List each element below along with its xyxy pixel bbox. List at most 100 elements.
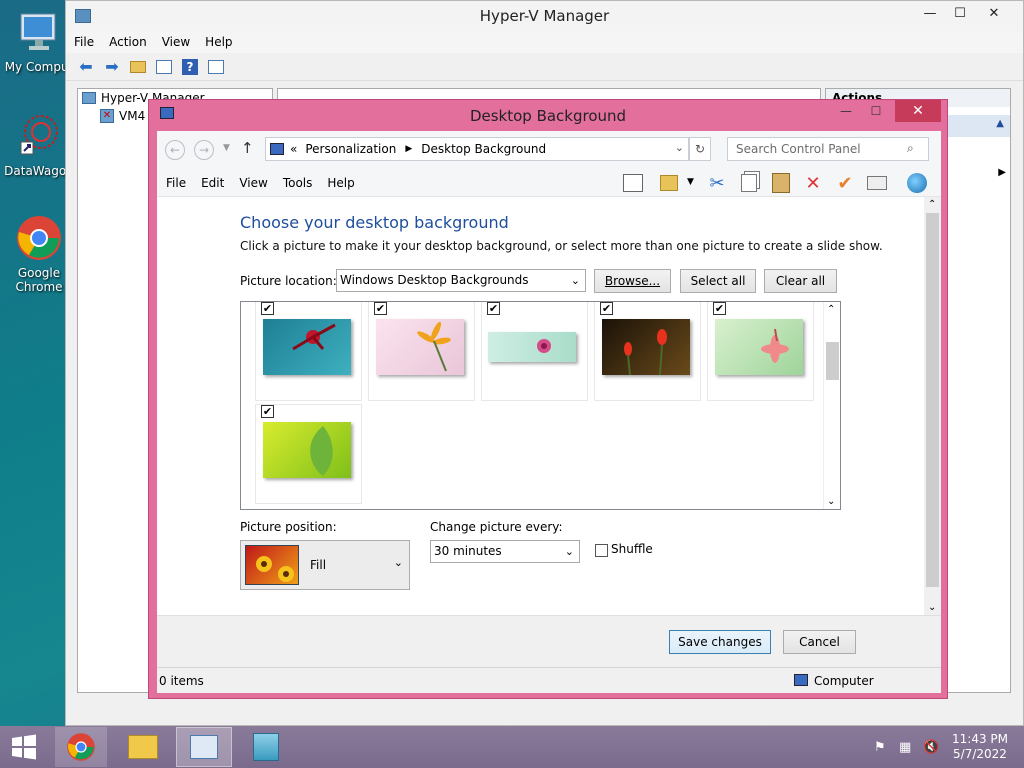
breadcrumb-overflow[interactable]: « <box>290 142 297 156</box>
help-button[interactable]: ? <box>180 57 200 77</box>
start-button[interactable] <box>0 727 48 767</box>
search-input[interactable]: Search Control Panel <box>727 137 929 161</box>
maximize-button[interactable]: ☐ <box>945 3 975 25</box>
menu-view[interactable]: View <box>162 35 190 49</box>
checkmark-icon[interactable]: ✔ <box>833 172 857 194</box>
picture-thumbnail[interactable]: ✔ <box>255 302 362 401</box>
picture-thumbnail[interactable]: ✔ <box>594 302 701 401</box>
menu-view[interactable]: View <box>239 176 267 190</box>
picture-checkbox[interactable]: ✔ <box>261 405 274 418</box>
tree-item-vm4[interactable]: ✕ VM4 <box>100 109 145 123</box>
scroll-thumb[interactable] <box>926 213 939 587</box>
shuffle-label[interactable]: Shuffle <box>611 542 653 556</box>
forward-button[interactable]: → <box>194 140 214 160</box>
picture-checkbox[interactable]: ✔ <box>487 302 500 315</box>
picture-checkbox[interactable]: ✔ <box>261 302 274 315</box>
back-button[interactable]: ← <box>165 140 185 160</box>
close-button[interactable]: ✕ <box>979 3 1009 25</box>
refresh-button[interactable]: ↻ <box>689 137 711 161</box>
panel-icon <box>156 59 172 74</box>
save-changes-button[interactable]: Save changes <box>669 630 771 654</box>
browse-button[interactable]: Browse... <box>594 269 671 293</box>
hyperv-toolbar: ⬅ ➡ ? <box>66 53 1023 81</box>
picture-thumbnail[interactable]: ✔ <box>707 302 814 401</box>
show-actions-button[interactable] <box>206 57 226 77</box>
status-zone: Computer <box>814 674 874 688</box>
picture-thumbnail[interactable]: ✔ <box>255 404 362 504</box>
minimize-button[interactable]: — <box>915 3 945 25</box>
dropdown-icon[interactable]: ▼ <box>687 177 694 187</box>
menu-help[interactable]: Help <box>327 176 354 190</box>
action-center-flag-icon[interactable]: ⚑ <box>874 740 886 755</box>
scroll-down-icon[interactable]: ⌄ <box>827 496 835 507</box>
network-icon[interactable]: ▦ <box>899 740 911 755</box>
navigation-bar: ← → ▼ ↑ « Personalization ▶ Desktop Back… <box>157 131 941 169</box>
cancel-button[interactable]: Cancel <box>783 630 856 654</box>
minimize-button[interactable]: — <box>833 100 859 122</box>
breadcrumb-desktop-background[interactable]: Desktop Background <box>421 142 546 156</box>
scroll-down-icon[interactable]: ⌄ <box>928 602 936 613</box>
copy-icon[interactable] <box>737 172 761 194</box>
breadcrumb-personalization[interactable]: Personalization <box>305 142 396 156</box>
up-button[interactable]: ↑ <box>241 139 254 157</box>
clock-date: 5/7/2022 <box>953 747 1007 761</box>
up-folder-button[interactable] <box>128 57 148 77</box>
window-title: Hyper-V Manager <box>479 7 610 25</box>
picture-position-select[interactable]: Fill ⌄ <box>240 540 410 590</box>
taskbar-hyperv-manager[interactable] <box>240 727 292 767</box>
paste-icon[interactable] <box>769 172 793 194</box>
picture-location-select[interactable]: Windows Desktop Backgrounds ⌄ <box>336 269 586 292</box>
show-tree-button[interactable] <box>154 57 174 77</box>
taskbar-chrome[interactable] <box>55 727 107 767</box>
clear-all-button[interactable]: Clear all <box>764 269 837 293</box>
folder-icon <box>130 60 146 73</box>
scroll-thumb[interactable] <box>826 342 839 380</box>
picture-thumbnail[interactable]: ✔ <box>481 302 588 401</box>
scroll-up-icon[interactable]: ⌃ <box>827 304 835 315</box>
expand-right-icon[interactable]: ▶ <box>998 167 1006 178</box>
select-all-button[interactable]: Select all <box>680 269 756 293</box>
forward-button[interactable]: ➡ <box>102 57 122 77</box>
menu-action[interactable]: Action <box>109 35 147 49</box>
properties-icon[interactable] <box>865 172 889 194</box>
status-bar: 0 items Computer <box>157 667 941 693</box>
volume-muted-icon[interactable]: 🔇 <box>923 740 939 755</box>
system-clock[interactable]: 11:43 PM 5/7/2022 <box>952 732 1008 762</box>
recent-dropdown-icon[interactable]: ▼ <box>223 143 230 153</box>
picture-thumbnail[interactable]: ✔ <box>368 302 475 401</box>
status-item-count: 0 items <box>159 674 204 688</box>
taskbar-file-explorer[interactable] <box>117 727 169 767</box>
change-picture-every-select[interactable]: 30 minutes ⌄ <box>430 540 580 563</box>
taskbar-control-panel[interactable] <box>176 727 232 767</box>
search-icon[interactable]: ⌕ <box>907 141 914 156</box>
folder-icon <box>128 735 158 759</box>
menu-edit[interactable]: Edit <box>201 176 224 190</box>
menu-file[interactable]: File <box>166 176 186 190</box>
datawagon-icon <box>15 112 63 160</box>
close-button[interactable]: ✕ <box>895 100 941 122</box>
menu-tools[interactable]: Tools <box>283 176 313 190</box>
globe-icon[interactable] <box>905 172 929 194</box>
address-dropdown-icon[interactable]: ⌄ <box>675 141 684 154</box>
shuffle-checkbox[interactable] <box>595 544 608 557</box>
picture-checkbox[interactable]: ✔ <box>713 302 726 315</box>
content-scrollbar[interactable]: ⌃ ⌄ <box>924 197 941 615</box>
menu-help[interactable]: Help <box>205 35 232 49</box>
delete-icon[interactable]: ✕ <box>801 172 825 194</box>
picture-checkbox[interactable]: ✔ <box>600 302 613 315</box>
forward-arrow-icon: ➡ <box>105 57 119 76</box>
picture-checkbox[interactable]: ✔ <box>374 302 387 315</box>
folder-options-icon[interactable] <box>657 172 681 194</box>
dialog-content: Choose your desktop background Click a p… <box>157 197 941 615</box>
control-panel-icon <box>190 735 218 759</box>
preview-pane-icon[interactable] <box>621 172 645 194</box>
back-arrow-icon: ⬅ <box>79 57 93 76</box>
maximize-button[interactable]: ☐ <box>863 100 889 122</box>
desktop-background-window: Desktop Background — ☐ ✕ ← → ▼ ↑ « Perso… <box>148 99 948 699</box>
menu-file[interactable]: File <box>74 35 94 49</box>
back-button[interactable]: ⬅ <box>76 57 96 77</box>
cut-icon[interactable]: ✂ <box>705 172 729 194</box>
scroll-up-icon[interactable]: ⌃ <box>928 199 936 210</box>
gallery-scrollbar[interactable]: ⌃ ⌄ <box>823 302 840 509</box>
address-bar[interactable]: « Personalization ▶ Desktop Background ⌄ <box>265 137 689 161</box>
